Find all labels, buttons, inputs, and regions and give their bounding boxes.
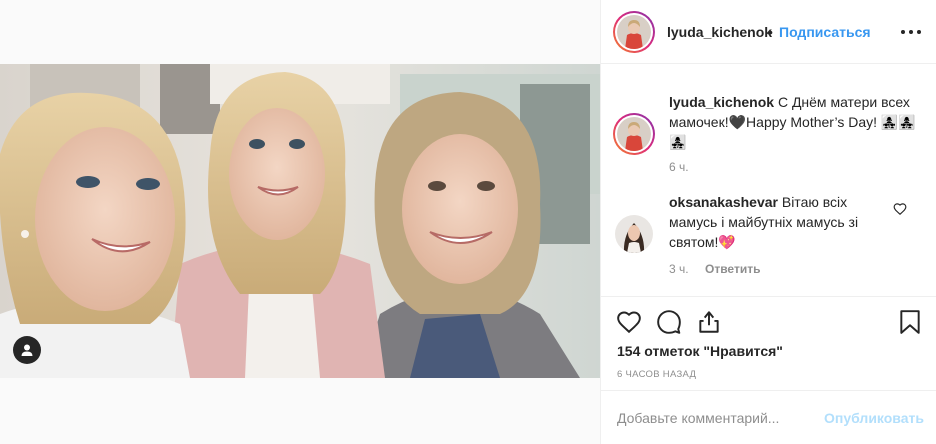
comments-section: lyuda_kichenok С Днём матери всех мамоче… [601, 64, 936, 296]
post-photo[interactable] [0, 64, 600, 378]
more-horizontal-icon[interactable] [901, 22, 921, 42]
separator-dot: • [768, 24, 773, 40]
reply-button[interactable]: Ответить [705, 262, 760, 276]
caption-time[interactable]: 6 ч. [669, 160, 689, 174]
heart-outline-icon[interactable] [893, 202, 907, 216]
likes-count[interactable]: 154 отметок "Нравится" [617, 343, 783, 359]
actions-bar: 154 отметок "Нравится" 6 часов назад [601, 296, 936, 390]
post-header: lyuda_kichenok • Подписаться [601, 0, 936, 64]
media-area [0, 0, 601, 444]
user-tag-icon[interactable] [13, 336, 41, 364]
commenter-avatar[interactable] [615, 215, 653, 253]
post-side-panel: lyuda_kichenok • Подписаться lyuda_kiche… [601, 0, 936, 444]
comment-bubble-icon[interactable] [656, 309, 682, 335]
bookmark-icon[interactable] [897, 309, 923, 335]
caption: lyuda_kichenok С Днём матери всех мамоче… [669, 92, 919, 152]
comment: oksanakashevar Вітаю всіх мамусь і майбу… [669, 192, 879, 252]
instagram-post: lyuda_kichenok • Подписаться lyuda_kiche… [0, 0, 936, 444]
comment-time[interactable]: 3 ч. [669, 262, 689, 276]
author-avatar[interactable] [613, 11, 655, 53]
caption-username[interactable]: lyuda_kichenok [669, 94, 774, 110]
publish-button[interactable]: Опубликовать [824, 410, 924, 426]
follow-button[interactable]: Подписаться [779, 24, 871, 40]
add-comment-form: Опубликовать [601, 390, 936, 444]
comment-username[interactable]: oksanakashevar [669, 194, 778, 210]
share-upload-icon[interactable] [696, 309, 722, 335]
post-timestamp[interactable]: 6 часов назад [617, 369, 696, 380]
comment-input[interactable] [617, 408, 817, 428]
heart-outline-icon[interactable] [616, 309, 642, 335]
author-username[interactable]: lyuda_kichenok [667, 24, 772, 40]
caption-author-avatar[interactable] [613, 113, 655, 155]
